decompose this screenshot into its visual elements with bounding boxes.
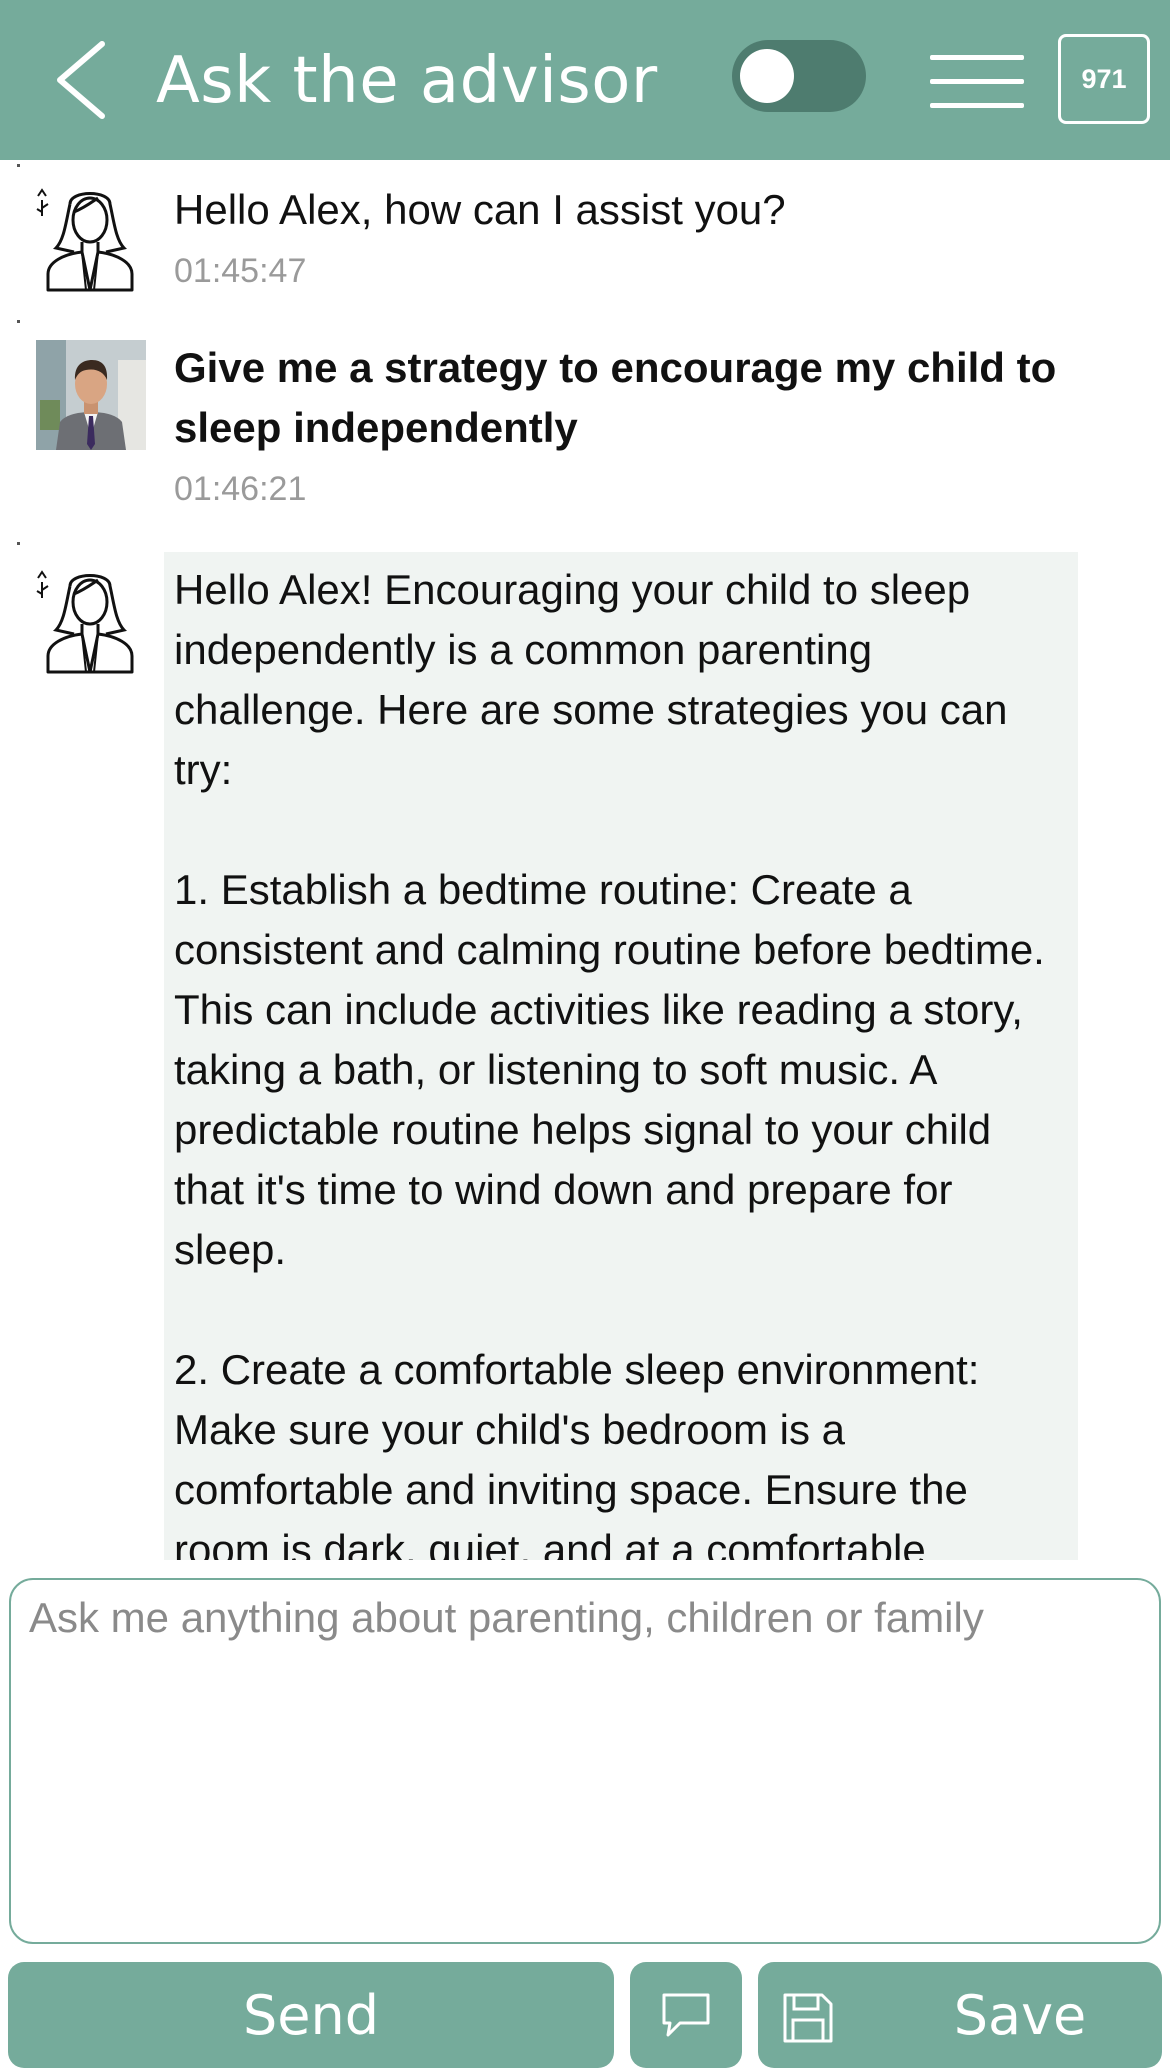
message-counter-badge[interactable]: 971 [1058, 34, 1150, 124]
speech-bubble-icon [662, 1993, 710, 2037]
send-button-label: Send [242, 1983, 379, 2047]
message-bubble: Hello Alex! Encouraging your child to sl… [164, 552, 1078, 1560]
mode-toggle[interactable] [732, 40, 866, 112]
floppy-disk-icon [783, 1993, 833, 2043]
chat-messages[interactable]: Hello Alex, how can I assist you? 01:45:… [0, 160, 1170, 1560]
message-bubble: Hello Alex, how can I assist you? 01:45:… [164, 180, 1078, 298]
advisor-avatar-icon [36, 188, 134, 292]
message-marker [17, 320, 20, 323]
message-marker [17, 542, 20, 545]
message-text: Hello Alex! Encouraging your child to sl… [174, 566, 1045, 1560]
chevron-left-icon[interactable] [50, 38, 110, 122]
message-bubble: Give me a strategy to encourage my child… [164, 338, 1078, 516]
message-timestamp: 01:46:21 [174, 470, 307, 508]
toggle-knob [740, 49, 794, 103]
save-button-label: Save [953, 1983, 1087, 2047]
app-bar: Ask the advisor 971 [0, 0, 1170, 160]
message-timestamp: 01:45:47 [174, 252, 307, 290]
message-marker [17, 164, 20, 167]
hamburger-menu-icon[interactable] [930, 55, 1024, 109]
advisor-avatar-icon [36, 570, 134, 674]
page-title: Ask the advisor [156, 44, 658, 118]
message-input[interactable] [9, 1578, 1161, 1944]
save-button[interactable]: Save [758, 1962, 1162, 2068]
message-text: Give me a strategy to encourage my child… [174, 344, 1057, 451]
chat-history-button[interactable] [630, 1962, 742, 2068]
message-text: Hello Alex, how can I assist you? [174, 186, 786, 233]
user-photo-image [36, 340, 146, 450]
user-avatar [36, 340, 146, 450]
send-button[interactable]: Send [8, 1962, 614, 2068]
